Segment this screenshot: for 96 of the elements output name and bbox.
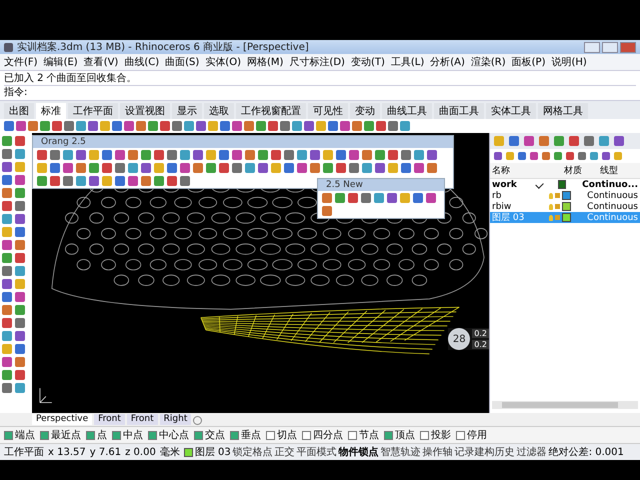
- osnap-checkbox[interactable]: 停用: [456, 428, 487, 442]
- viewport-tab[interactable]: Right: [160, 414, 192, 425]
- layer-name: 图层 03: [492, 212, 526, 224]
- status-toggle[interactable]: 操作轴: [422, 445, 453, 459]
- axis-icon: [40, 388, 52, 404]
- toolbar-tab[interactable]: 工作视窗配置: [236, 103, 306, 119]
- status-toggle[interactable]: 物件锁点: [338, 445, 379, 459]
- osnap-checkbox[interactable]: 端点: [4, 428, 35, 442]
- osnap-checkbox[interactable]: 交点: [194, 428, 225, 442]
- menu-item[interactable]: 变动(T): [350, 55, 385, 69]
- command-history-line: 已加入 2 个曲面至回收集合。: [4, 72, 138, 85]
- menu-item[interactable]: 渲染(R): [470, 55, 506, 69]
- gumball-reading: 0.2: [472, 329, 489, 338]
- layer-name: rbiw: [492, 202, 512, 212]
- status-layer[interactable]: 图层 03: [194, 445, 231, 459]
- status-tolerance: 绝对公差: 0.001: [548, 446, 624, 459]
- status-coordinate: z 0.00: [125, 446, 157, 458]
- close-icon[interactable]: [620, 42, 636, 52]
- layer-color-swatch[interactable]: [562, 213, 572, 222]
- app-icon: [4, 42, 13, 52]
- menu-item[interactable]: 查看(V): [84, 55, 118, 69]
- toolbar-tab[interactable]: 实体工具: [486, 103, 536, 119]
- layer-color-swatch[interactable]: [562, 191, 572, 200]
- menu-item[interactable]: 面板(P): [512, 55, 546, 69]
- osnap-checkbox[interactable]: 中心点: [148, 428, 189, 442]
- layer-row[interactable]: rb Continuous: [490, 190, 640, 201]
- layer-name: work: [492, 180, 518, 190]
- toolbar-tab[interactable]: 变动: [350, 103, 380, 119]
- menu-item[interactable]: 分析(A): [430, 55, 465, 69]
- menu-item[interactable]: 编辑(E): [44, 55, 78, 69]
- status-units: 毫米: [160, 446, 181, 459]
- menu-item[interactable]: 文件(F): [4, 55, 38, 69]
- menu-item[interactable]: 说明(H): [552, 55, 587, 69]
- osnap-checkbox[interactable]: 顶点: [384, 428, 415, 442]
- menu-item[interactable]: 工具(L): [390, 55, 424, 69]
- lock-icon[interactable]: [555, 204, 560, 209]
- scroll-bar[interactable]: [492, 401, 638, 409]
- status-cplane: 工作平面: [4, 446, 45, 459]
- menu-item[interactable]: 网格(M): [246, 55, 284, 69]
- status-coordinate: x 13.57: [48, 446, 87, 458]
- gumball-reading: 0.2: [472, 340, 489, 349]
- osnap-checkbox[interactable]: 垂点: [230, 428, 261, 442]
- toolbar-tab[interactable]: 标准: [36, 103, 66, 119]
- linetype: Continuous: [587, 212, 638, 222]
- layer-color-swatch[interactable]: [558, 180, 566, 189]
- status-toggle[interactable]: 记录建构历史: [454, 445, 515, 459]
- toolbar-tab[interactable]: 设置视图: [120, 103, 170, 119]
- layer-row[interactable]: rbiw Continuous: [490, 201, 640, 212]
- toolbar-title: 2.5 New: [326, 180, 363, 190]
- lock-icon[interactable]: [555, 193, 560, 198]
- layer-color-swatch[interactable]: [562, 202, 572, 211]
- gumball-dial[interactable]: 28: [448, 328, 470, 350]
- viewport-tab[interactable]: Perspective: [32, 414, 92, 425]
- osnap-checkbox[interactable]: 切点: [266, 428, 297, 442]
- command-prompt[interactable]: 指令:: [4, 85, 636, 99]
- osnap-checkbox[interactable]: 节点: [348, 428, 379, 442]
- menu-item[interactable]: 曲面(S): [165, 55, 200, 69]
- toolbar-tab[interactable]: 选取: [204, 103, 234, 119]
- toolbar-tab[interactable]: 曲面工具: [434, 103, 484, 119]
- linetype: Continuous: [587, 202, 638, 212]
- column-header[interactable]: 线型: [600, 164, 618, 177]
- add-viewport-icon[interactable]: [193, 416, 202, 425]
- viewport-tab[interactable]: Front: [94, 414, 125, 425]
- status-toggle[interactable]: 平面模式: [296, 445, 337, 459]
- menu-item[interactable]: 曲线(C): [124, 55, 160, 69]
- layer-name: rb: [492, 190, 502, 200]
- toolbar-title: Orang 2.5: [41, 137, 86, 147]
- layer-row[interactable]: work Continuo...: [490, 179, 640, 190]
- minimize-icon[interactable]: [584, 42, 600, 52]
- osnap-checkbox[interactable]: 中点: [112, 428, 143, 442]
- toolbar-tab[interactable]: 曲线工具: [382, 103, 432, 119]
- osnap-checkbox[interactable]: 点: [86, 428, 107, 442]
- status-toggle[interactable]: 正交: [274, 445, 295, 459]
- status-toggle[interactable]: 过滤器: [516, 445, 547, 459]
- window-title: 实训档案.3dm (13 MB) - Rhinoceros 6 商业版 - [Perspective]: [17, 40, 310, 54]
- status-coordinate: y 7.61: [90, 446, 122, 458]
- perspective-viewport[interactable]: Orang 2.5 2.5 New 28 0.2 0.2: [32, 133, 489, 413]
- status-toggle[interactable]: 锁定格点: [232, 445, 273, 459]
- menu-item[interactable]: 实体(O): [205, 55, 241, 69]
- toolbar-tab[interactable]: 可见性: [308, 103, 348, 119]
- layer-color-swatch: [184, 448, 193, 456]
- maximize-icon[interactable]: [602, 42, 618, 52]
- viewport-tab[interactable]: Front: [126, 414, 158, 425]
- column-header[interactable]: 名称: [492, 164, 564, 177]
- status-toggle[interactable]: 智慧轨迹: [380, 445, 421, 459]
- toolbar-tab[interactable]: 出图: [4, 103, 34, 119]
- toolbar-tab[interactable]: 网格工具: [538, 103, 588, 119]
- osnap-checkbox[interactable]: 最近点: [40, 428, 81, 442]
- toolbar-tab[interactable]: 显示: [172, 103, 202, 119]
- toolbar-tab[interactable]: 工作平面: [68, 103, 118, 119]
- menu-item[interactable]: 尺寸标注(D): [289, 55, 345, 69]
- osnap-checkbox[interactable]: 投影: [420, 428, 451, 442]
- linetype: Continuo...: [582, 180, 638, 190]
- column-header[interactable]: 材质: [564, 164, 600, 177]
- osnap-checkbox[interactable]: 四分点: [302, 428, 343, 442]
- linetype: Continuous: [587, 190, 638, 200]
